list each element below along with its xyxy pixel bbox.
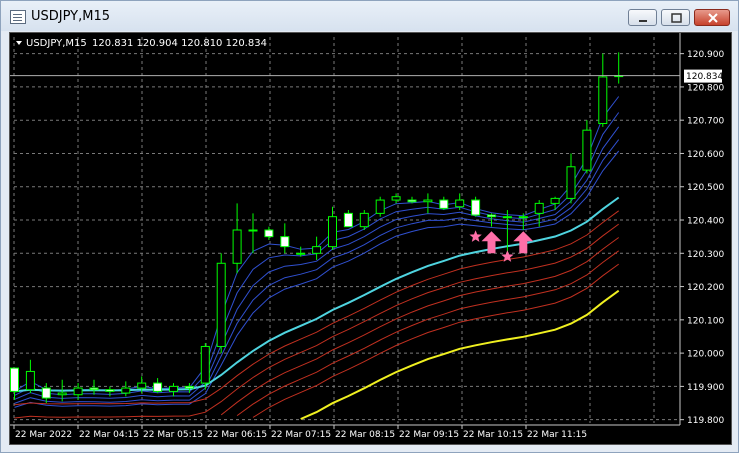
time-tick-label: 22 Mar 05:15 [143, 430, 203, 440]
candle-body [455, 199, 465, 208]
ma-yellow-line [300, 289, 620, 420]
restore-icon [671, 13, 682, 23]
candle-body [439, 199, 449, 209]
current-price-tag: 120.834 [684, 69, 723, 83]
price-tick-label: 120.200 [687, 283, 724, 293]
candle-body [566, 166, 576, 199]
candle-body [407, 199, 417, 203]
close-icon [708, 13, 718, 23]
price-tick-label: 120.500 [687, 183, 724, 193]
chart-grid [10, 33, 681, 426]
window-title: USDJPY,M15 [31, 9, 110, 24]
time-axis: 22 Mar 2022 22 Mar 04:15 22 Mar 05:15 22 Ma… [13, 425, 587, 440]
chart-window-icon [10, 10, 26, 24]
candle-body [105, 389, 115, 392]
ma-red-line [252, 263, 619, 418]
candle-body [41, 387, 51, 399]
chart-menu-triangle-icon[interactable] [16, 41, 22, 45]
candle-body [598, 76, 608, 125]
price-chart[interactable]: USDJPY,M15 120.831 120.904 120.810 120.8… [10, 33, 731, 444]
candle-body [312, 246, 322, 254]
candle-body [184, 385, 194, 389]
ma-blue-line [14, 139, 620, 404]
minimize-button[interactable] [628, 9, 657, 26]
candle-body [296, 252, 306, 255]
candle-body [25, 370, 35, 391]
candle-body [582, 129, 592, 171]
candle-body [169, 385, 178, 392]
symbol-label: USDJPY,M15 [26, 38, 87, 49]
candle-body [73, 387, 83, 396]
candle-body [10, 367, 19, 392]
minimize-icon [639, 20, 647, 22]
candle-body [534, 202, 544, 214]
candle-body [216, 262, 226, 347]
price-tick-label: 120.800 [687, 83, 724, 93]
candle-body [471, 199, 481, 216]
candle-body [487, 214, 496, 218]
candle-body [137, 382, 147, 389]
price-tick-label: 120.300 [687, 250, 724, 260]
close-button[interactable] [694, 9, 730, 26]
price-axis: 120.900 120.800 120.700 120.600 120.500 120.4… [680, 50, 724, 426]
candle-body [502, 216, 512, 219]
time-tick-label: 22 Mar 11:15 [527, 430, 587, 440]
time-tick-label: 22 Mar 08:15 [335, 430, 395, 440]
candle-body [391, 196, 401, 201]
price-tick-label: 120.100 [687, 316, 724, 326]
candle-body [89, 387, 99, 391]
price-tick-label: 120.000 [687, 350, 724, 360]
time-tick-label: 22 Mar 2022 [15, 430, 72, 440]
candle-body [375, 199, 385, 214]
star-marker-icon [469, 230, 482, 242]
price-tick-label: 120.700 [687, 117, 724, 127]
time-tick-label: 22 Mar 07:15 [271, 430, 331, 440]
candle-body [423, 199, 433, 203]
price-tick-label: 120.600 [687, 150, 724, 160]
ma-cyan-line [14, 196, 620, 393]
candle-body [232, 229, 242, 264]
candle-body [248, 229, 258, 232]
maximize-button[interactable] [661, 9, 690, 26]
candle-body [57, 392, 67, 396]
price-tick-label: 120.900 [687, 50, 724, 60]
price-tick-label: 119.800 [687, 416, 724, 426]
candle-body [280, 236, 290, 248]
time-tick-label: 22 Mar 10:15 [463, 430, 523, 440]
candle-body [121, 387, 131, 394]
price-tick-label: 120.400 [687, 217, 724, 227]
title-bar[interactable]: USDJPY,M15 [1, 1, 738, 31]
candle-body [153, 382, 163, 392]
candles [10, 52, 624, 404]
candle-body [328, 216, 337, 248]
candle-body [200, 345, 210, 384]
chart-window: USDJPY,M15 USDJPY,M15 120.831 120.904 12… [0, 0, 739, 453]
ohlc-readout: 120.831 120.904 120.810 120.834 [92, 38, 267, 49]
chart-header: USDJPY,M15 120.831 120.904 120.810 120.8… [16, 38, 267, 49]
current-price-label: 120.834 [686, 72, 723, 82]
time-tick-label: 22 Mar 06:15 [207, 430, 267, 440]
chart-area[interactable]: USDJPY,M15 120.831 120.904 120.810 120.8… [9, 32, 732, 445]
candle-body [359, 212, 369, 228]
time-tick-label: 22 Mar 04:15 [79, 430, 139, 440]
candle-body [550, 197, 560, 204]
price-tick-label: 119.900 [687, 383, 724, 393]
ma-blue-line [14, 150, 620, 408]
time-tick-label: 22 Mar 09:15 [399, 430, 459, 440]
candle-body [518, 216, 528, 219]
candle-body [343, 212, 353, 228]
candle-body [264, 229, 274, 238]
